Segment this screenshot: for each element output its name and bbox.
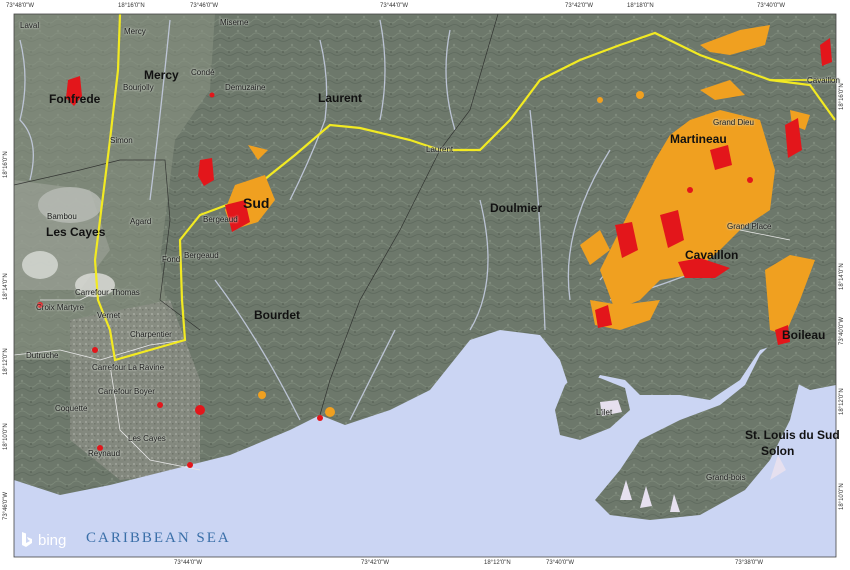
- coord-right-0: 18°16'0"N: [839, 83, 845, 110]
- place-agard: Agard: [130, 217, 152, 226]
- place-demuzaine: Demuzaine: [225, 83, 266, 92]
- coord-bottom-2: 18°12'0"N: [484, 560, 511, 566]
- place-dutruche: Dutruche: [26, 351, 59, 360]
- coord-left-2: 18°12'0"N: [3, 348, 9, 375]
- place-martineau: Martineau: [670, 132, 727, 146]
- place-cavaillon: Cavaillon: [685, 248, 739, 262]
- place-carrefour-thomas: Carrefour Thomas: [75, 288, 140, 297]
- place-boileau: Boileau: [782, 328, 826, 342]
- place-bourjolly: Bourjolly: [123, 83, 154, 92]
- bing-logo-icon: [22, 532, 32, 547]
- place-lilet: L'ilet: [596, 408, 613, 417]
- coord-bottom-3: 73°40'0"W: [546, 560, 575, 566]
- place-st-louis-du-sud: St. Louis du Sud: [745, 428, 840, 442]
- coord-bottom-1: 73°42'0"W: [361, 560, 390, 566]
- bing-text: bing: [38, 531, 67, 549]
- place-bourdet: Bourdet: [254, 308, 300, 322]
- place-solon: Solon: [761, 444, 795, 458]
- coord-right-4: 18°10'0"N: [839, 483, 845, 510]
- place-miserne: Miserne: [220, 18, 249, 27]
- place-simon: Simon: [110, 136, 133, 145]
- place-mercy-small: Mercy: [124, 27, 146, 36]
- place-les-cayes-small: Les Cayes: [128, 434, 166, 443]
- place-bambou: Bambou: [47, 212, 77, 221]
- place-laval: Laval: [20, 21, 40, 30]
- place-carrefour-boyer: Carrefour Boyer: [98, 387, 155, 396]
- coord-top-2: 73°46'0"W: [190, 3, 219, 9]
- place-grand-dieu: Grand Dieu: [713, 118, 754, 127]
- coord-right-2: 73°40'0"W: [839, 316, 845, 345]
- coord-top-1: 18°16'0"N: [118, 3, 145, 9]
- place-grand-place: Grand Place: [727, 222, 772, 231]
- coord-right-3: 18°12'0"N: [839, 388, 845, 415]
- bing-attribution: bing: [20, 531, 66, 549]
- place-doulmier: Doulmier: [490, 201, 543, 215]
- place-carrefour-la-ravine: Carrefour La Ravine: [92, 363, 165, 372]
- place-les-cayes: Les Cayes: [46, 225, 106, 239]
- place-laurent: Laurent: [318, 91, 363, 105]
- coord-top-3: 73°44'0"W: [380, 3, 409, 9]
- place-cavaillon-small: Cavaillon: [807, 76, 840, 85]
- place-grand-bois: Grand-bois: [706, 473, 746, 482]
- place-sud: Sud: [243, 195, 270, 211]
- coord-left-0: 18°16'0"N: [3, 151, 9, 178]
- coord-top-4: 73°42'0"W: [565, 3, 594, 9]
- place-fond: Fond: [162, 255, 181, 264]
- coord-top-6: 73°40'0"W: [757, 3, 786, 9]
- place-bergeaud: Bergeaud: [203, 215, 238, 224]
- place-coquette: Coquette: [55, 404, 88, 413]
- place-croix-martyre: Croix Martyre: [36, 303, 85, 312]
- place-conde: Condé: [191, 68, 215, 77]
- place-fonfrede: Fonfrede: [49, 92, 101, 106]
- coord-left-1: 18°14'0"N: [3, 273, 9, 300]
- place-vernet: Vernet: [97, 311, 121, 320]
- place-bergeaud-2: Bergeaud: [184, 251, 219, 260]
- coord-left-3: 18°10'0"N: [3, 423, 9, 450]
- coord-bottom-0: 73°44'0"W: [174, 560, 203, 566]
- place-laurent-small: Laurent: [426, 145, 454, 154]
- place-reynaud: Reynaud: [88, 449, 121, 458]
- sea-label: CARIBBEAN SEA: [86, 530, 231, 546]
- coord-bottom-4: 73°38'0"W: [735, 560, 764, 566]
- coord-left-4: 73°46'0"W: [3, 491, 9, 520]
- place-mercy: Mercy: [144, 68, 179, 82]
- place-charpentier: Charpentier: [130, 330, 172, 339]
- coord-right-1: 18°14'0"N: [839, 263, 845, 290]
- coord-top-0: 73°48'0"W: [6, 3, 35, 9]
- coord-top-5: 18°18'0"N: [627, 3, 654, 9]
